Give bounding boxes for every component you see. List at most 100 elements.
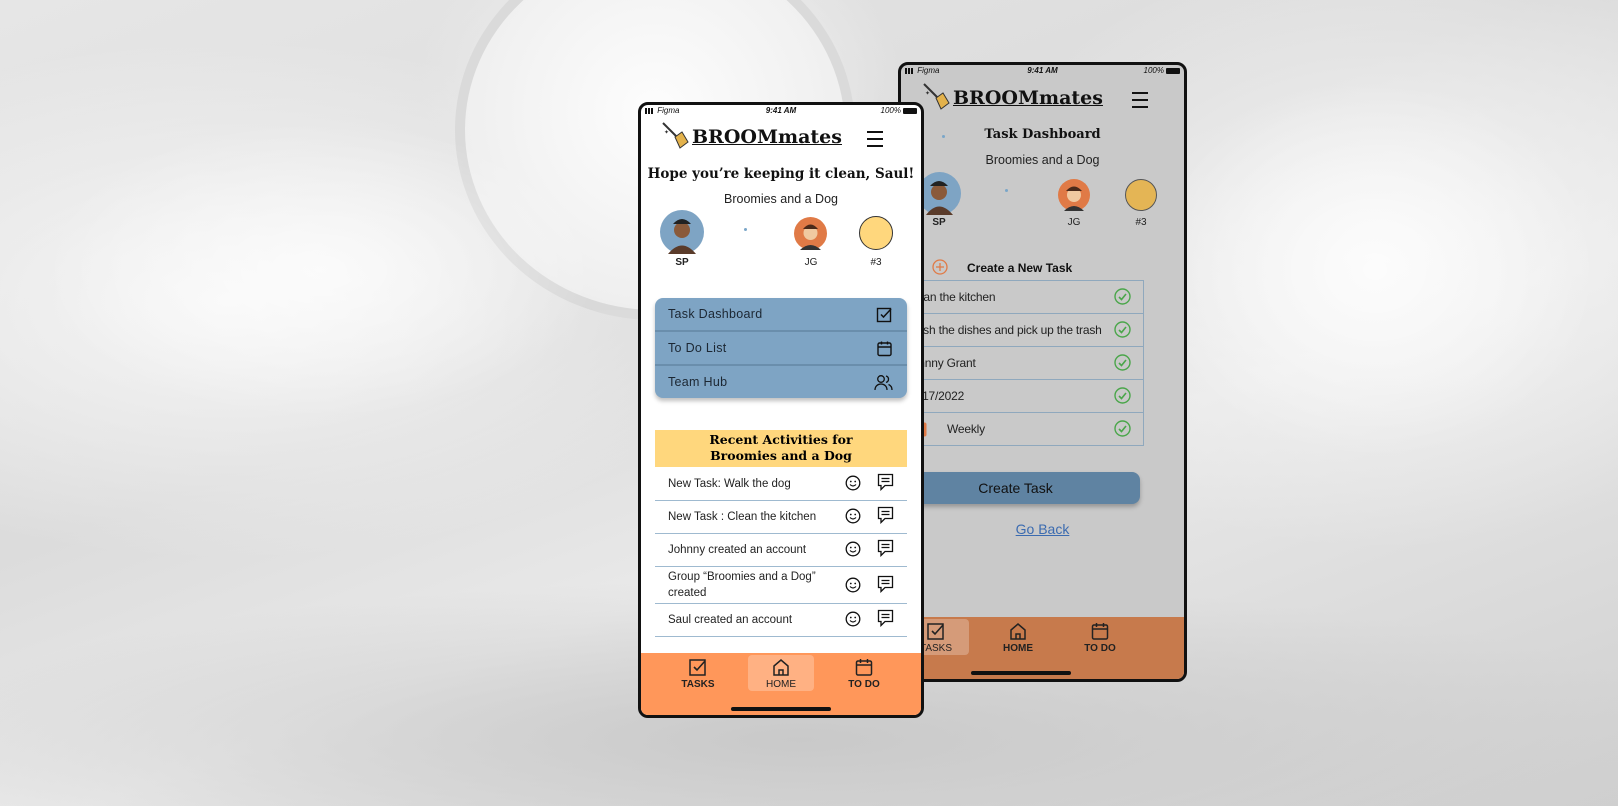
sparkle-dot (1005, 189, 1008, 192)
nav-team-hub[interactable]: Team Hub (655, 366, 907, 398)
hamburger-menu-icon[interactable] (867, 131, 883, 147)
add-circle-icon[interactable] (932, 259, 948, 275)
tab-home[interactable]: HOME (748, 657, 814, 690)
home-icon (1010, 623, 1026, 640)
tab-home[interactable]: HOME (985, 621, 1051, 654)
avatar[interactable] (660, 210, 704, 254)
brand-title: BROOMmates (692, 126, 842, 148)
avatar[interactable] (1058, 179, 1090, 211)
go-back-link[interactable]: Go Back (901, 521, 1184, 537)
activity-item[interactable]: Saul created an account (655, 605, 907, 637)
activity-text: New Task : Clean the kitchen (668, 511, 817, 523)
battery-percent: 100% (1143, 66, 1164, 75)
broom-logo-icon: ✦ (662, 122, 689, 149)
nav-to-do-list[interactable]: To Do List (655, 332, 907, 366)
calendar-icon (855, 659, 873, 676)
greeting: Hope you’re keeping it clean, Saul! (647, 166, 915, 182)
broom-logo-icon: ✦ (923, 83, 950, 110)
avatar[interactable] (1125, 179, 1157, 211)
comment-icon[interactable] (877, 473, 894, 491)
sparkle-dot (942, 135, 945, 138)
checkbox-icon (876, 307, 892, 323)
status-bar: Figma 9:41 AM 100% (641, 105, 921, 117)
nav-menu: Task Dashboard To Do List Team Hub (655, 298, 907, 398)
battery-icon (903, 107, 917, 114)
smile-reaction-icon[interactable] (845, 577, 861, 593)
task-name-field[interactable]: Clean the kitchen (901, 281, 1143, 314)
sparkle-dot (744, 228, 747, 231)
brand-title: BROOMmates (953, 87, 1103, 109)
avatar[interactable] (918, 172, 961, 215)
home-indicator (971, 671, 1071, 675)
task-assignee-field[interactable]: Johnny Grant (901, 347, 1143, 380)
create-task-button[interactable]: Create Task (901, 472, 1140, 504)
member-label: JG (804, 257, 818, 268)
clock: 9:41 AM (1027, 66, 1058, 75)
member-label: #3 (870, 257, 882, 268)
tab-tasks[interactable]: TASKS (665, 657, 731, 690)
check-circle-icon (1114, 288, 1131, 305)
field-value: Weekly (947, 422, 985, 436)
svg-text:✦: ✦ (925, 90, 930, 97)
tab-label: HOME (766, 679, 796, 690)
comment-icon[interactable] (877, 575, 894, 593)
activity-text: Johnny created an account (668, 544, 807, 556)
smile-reaction-icon[interactable] (845, 541, 861, 557)
recent-heading-line: Broomies and a Dog (710, 448, 852, 463)
nav-label: To Do List (668, 341, 727, 355)
comment-icon[interactable] (877, 609, 894, 627)
calendar-icon (877, 341, 892, 357)
hamburger-menu-icon[interactable] (1132, 92, 1148, 108)
tab-label: TO DO (848, 679, 880, 690)
check-circle-icon (1114, 420, 1131, 437)
group-name: Broomies and a Dog (985, 153, 1100, 167)
calendar-icon (1091, 623, 1109, 640)
battery-percent: 100% (880, 106, 901, 115)
tab-bar: TASKS HOME TO DO (641, 653, 921, 715)
group-name: Broomies and a Dog (724, 192, 838, 206)
tab-bar: TASKS HOME TO DO (901, 617, 1184, 679)
home-icon (773, 659, 789, 676)
task-description-field[interactable]: Wash the dishes and pick up the trash (901, 314, 1143, 347)
activity-text: Group “Broomies and a Dog” created (668, 571, 816, 599)
checkbox-icon (927, 623, 944, 640)
phone-task-dashboard: Figma 9:41 AM 100% ✦ BROOMmates Task Das… (898, 62, 1187, 682)
background-fold (40, 120, 600, 420)
member-label: #3 (1135, 217, 1147, 228)
member-label: JG (1067, 217, 1081, 228)
tab-label: TASKS (919, 643, 953, 654)
smile-reaction-icon[interactable] (845, 611, 861, 627)
activity-text: New Task: Walk the dog (668, 478, 791, 490)
check-circle-icon (1114, 321, 1131, 338)
tab-todo[interactable]: TO DO (1067, 621, 1133, 654)
activity-text: Saul created an account (668, 614, 793, 626)
task-recurrence-field[interactable]: Weekly (901, 413, 1143, 445)
smile-reaction-icon[interactable] (845, 475, 861, 491)
recent-heading-line: Recent Activities for (709, 432, 853, 447)
checkbox-icon (689, 659, 706, 676)
activity-item[interactable]: Johnny created an account (655, 535, 907, 567)
background-fold (1150, 80, 1600, 460)
check-circle-icon (1114, 387, 1131, 404)
clock: 9:41 AM (765, 106, 797, 115)
smile-reaction-icon[interactable] (845, 508, 861, 524)
svg-text:✦: ✦ (664, 129, 669, 136)
avatar[interactable] (794, 217, 827, 250)
comment-icon[interactable] (877, 506, 894, 524)
tab-todo[interactable]: TO DO (831, 657, 897, 690)
activity-item[interactable]: New Task : Clean the kitchen (655, 502, 907, 534)
tab-label: TO DO (1084, 643, 1116, 654)
field-value: Wash the dishes and pick up the trash (906, 323, 1102, 337)
recent-activities-heading: Recent Activities for Broomies and a Dog (655, 430, 907, 467)
task-date-field[interactable]: 02/17/2022 (901, 380, 1143, 413)
battery-icon (1166, 67, 1180, 74)
tab-label: TASKS (681, 679, 715, 690)
phone-home: Figma 9:41 AM 100% ✦ BROOMmates Hope you… (638, 102, 924, 718)
activity-item[interactable]: New Task: Walk the dog (655, 469, 907, 501)
avatar[interactable] (859, 216, 893, 250)
comment-icon[interactable] (877, 539, 894, 557)
nav-task-dashboard[interactable]: Task Dashboard (655, 298, 907, 332)
activity-item[interactable]: Group “Broomies and a Dog” created (655, 568, 907, 604)
tab-label: HOME (1003, 643, 1033, 654)
create-task-heading: Create a New Task (967, 261, 1073, 275)
